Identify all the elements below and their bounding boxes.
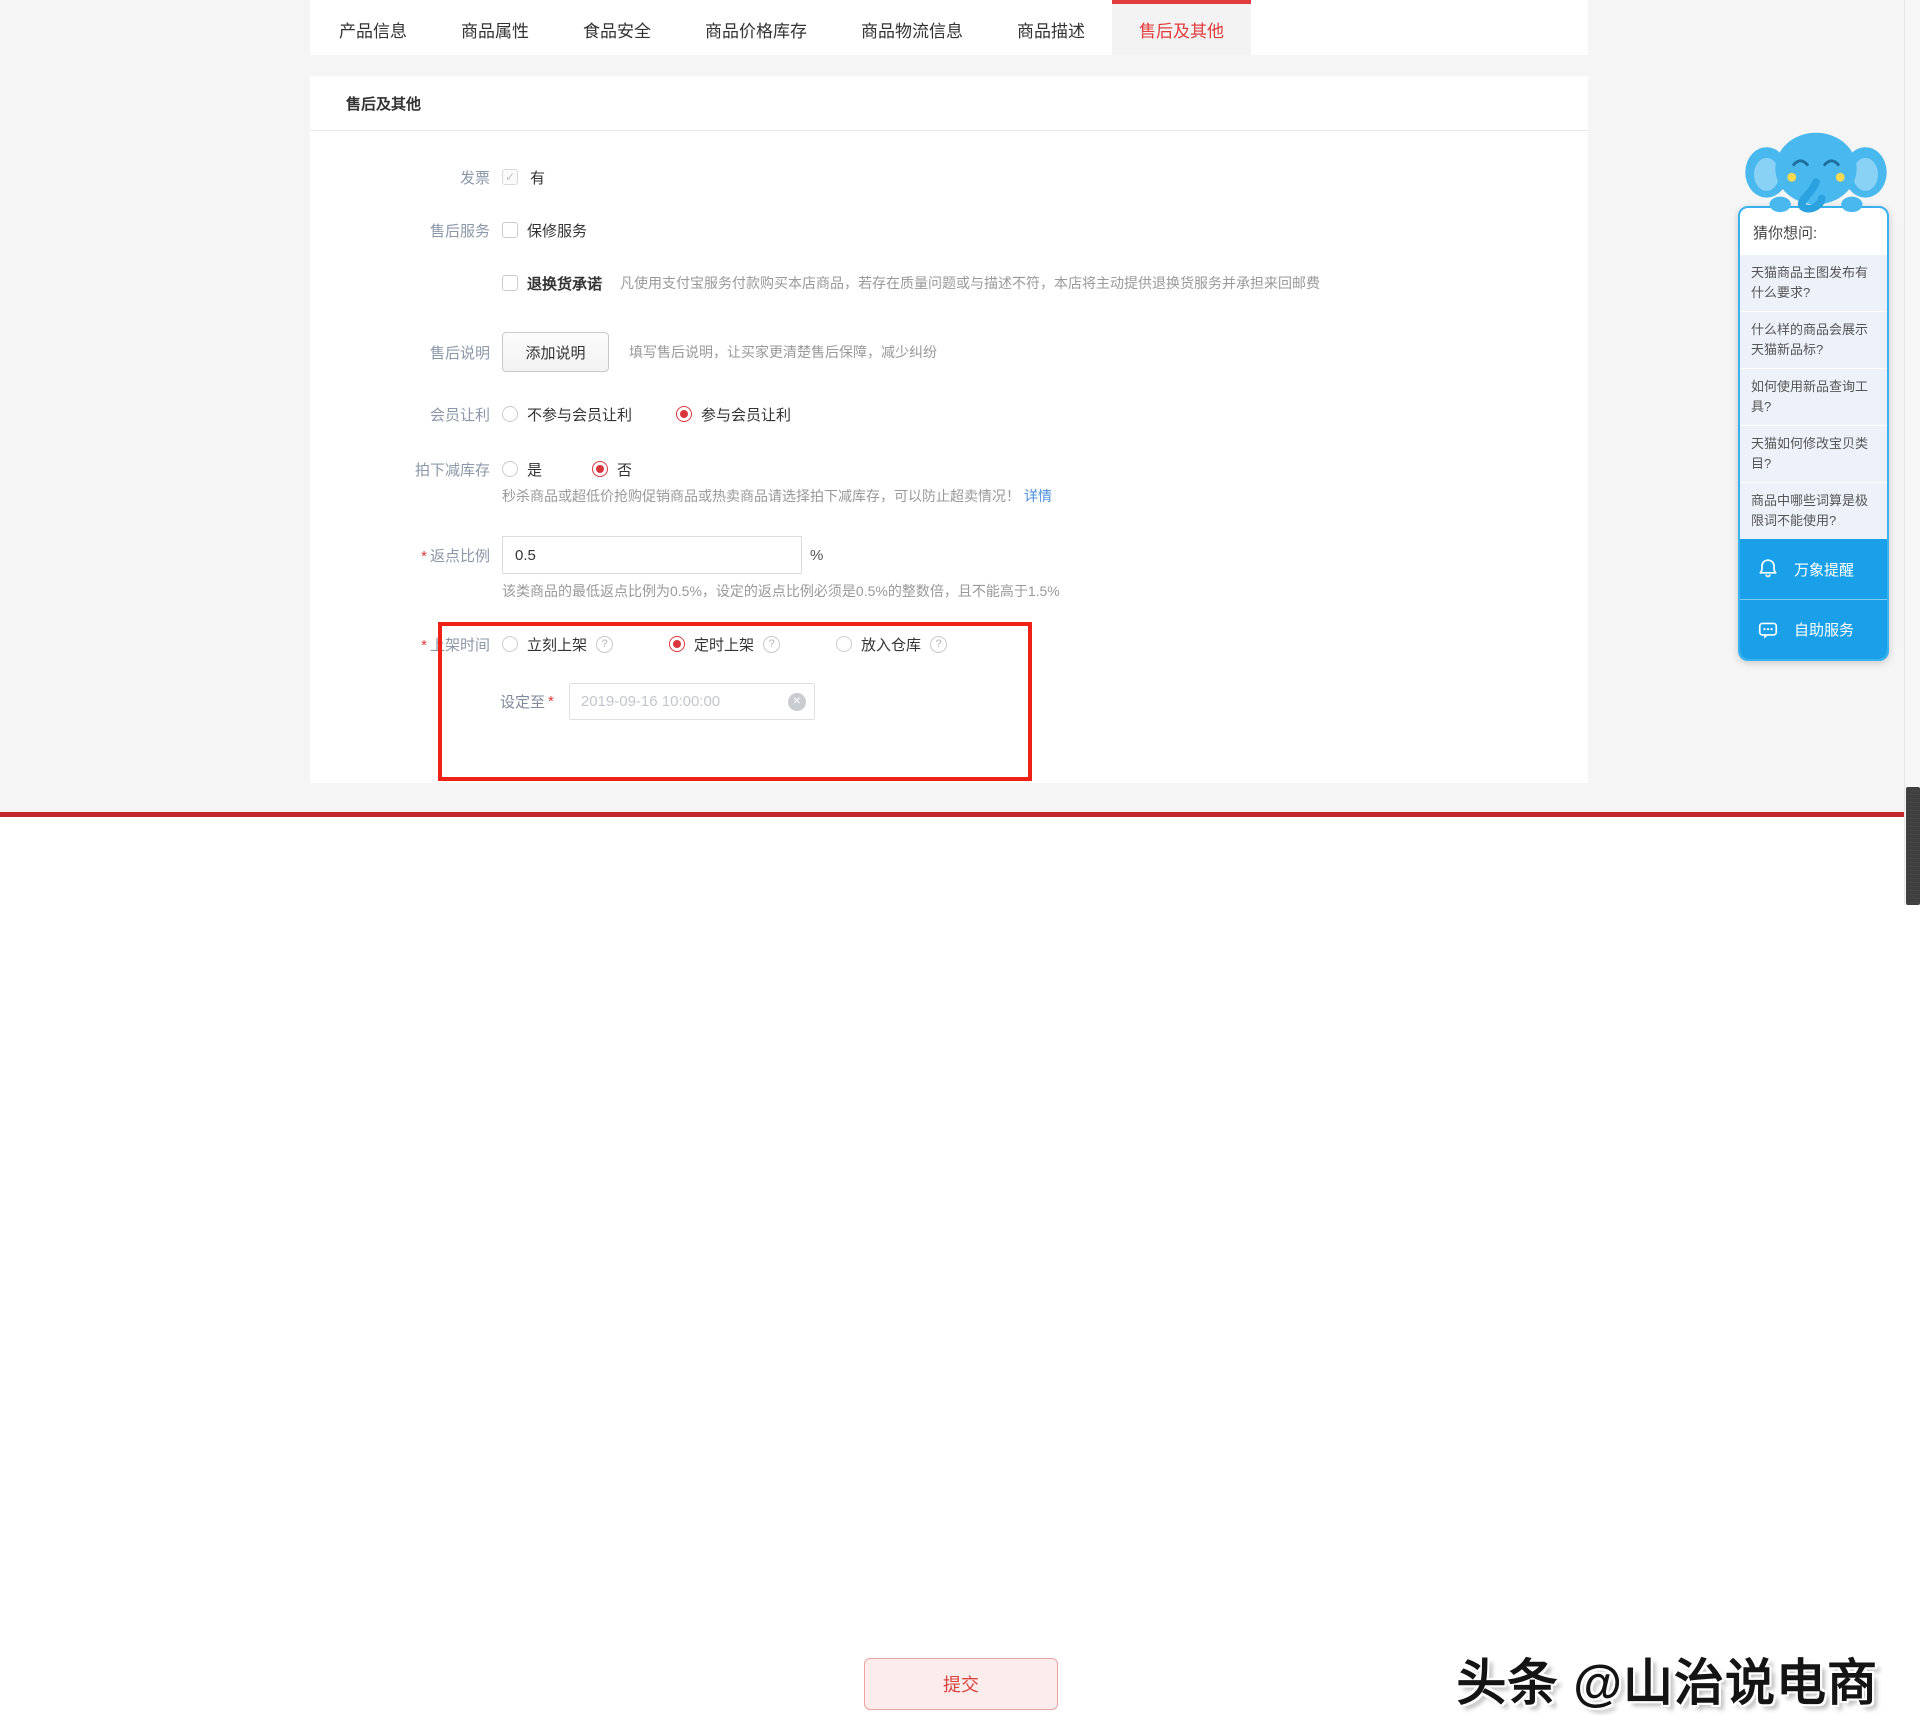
section-header: 售后及其他: [310, 76, 1588, 131]
stock-deduct-detail-link[interactable]: 详情: [1024, 486, 1052, 506]
tab-price-stock[interactable]: 商品价格库存: [678, 0, 834, 55]
aftersales-service-label: 售后服务: [429, 222, 490, 240]
aftersales-note-label: 售后说明: [429, 344, 490, 362]
launch-scheduled-radio[interactable]: [669, 636, 686, 652]
help-icon[interactable]: ?: [930, 635, 948, 653]
member-discount-no-label: 不参与会员让利: [527, 406, 633, 424]
product-edit-tabbar: 产品信息 商品属性 食品安全 商品价格库存 商品物流信息 商品描述 售后及其他: [310, 0, 1588, 55]
aftersales-service-row: 售后服务 保修服务: [310, 218, 1588, 242]
stock-deduct-label: 拍下减库存: [414, 461, 490, 479]
invoice-checkbox[interactable]: ✓: [502, 169, 518, 185]
help-widget-footer: 万象提醒 自助服务: [1740, 539, 1887, 659]
stock-deduct-no-label: 否: [617, 461, 633, 479]
aftersales-note-hint: 填写售后说明，让买家更清楚售后保障，减少纠纷: [629, 344, 937, 360]
warranty-checkbox[interactable]: [502, 222, 518, 238]
launch-immediately-radio[interactable]: [502, 636, 518, 652]
member-discount-yes-radio[interactable]: [676, 406, 693, 422]
help-question-item[interactable]: 什么样的商品会展示天猫新品标?: [1740, 311, 1887, 368]
scrollbar-thumb[interactable]: [1906, 787, 1920, 905]
aftersales-note-row: 售后说明 添加说明 填写售后说明，让买家更清楚售后保障，减少纠纷: [310, 332, 1588, 372]
member-discount-yes-label: 参与会员让利: [701, 406, 792, 424]
section-title: 售后及其他: [346, 95, 422, 113]
help-question-item[interactable]: 商品中哪些词算是极限词不能使用?: [1740, 482, 1887, 539]
invoice-label: 发票: [459, 169, 490, 187]
invoice-row: 发票 ✓ 有: [310, 165, 1588, 189]
schedule-row: 设定至 * ✕: [310, 683, 1588, 720]
rebate-hint-row: 该类商品的最低返点比例为0.5%，设定的返点比例必须是0.5%的整数倍，且不能高…: [310, 581, 1588, 601]
launch-immediately-label: 立刻上架: [527, 636, 588, 654]
self-service-button[interactable]: 自助服务: [1740, 599, 1887, 659]
tab-item-description[interactable]: 商品描述: [990, 0, 1112, 55]
member-discount-row: 会员让利 不参与会员让利 参与会员让利: [310, 402, 1588, 426]
launch-time-label: * 上架时间: [421, 636, 490, 654]
stock-deduct-yes-radio[interactable]: [502, 461, 518, 477]
required-mark: *: [548, 693, 554, 710]
rebate-unit: %: [810, 546, 824, 564]
launch-time-row: * 上架时间 立刻上架 ? 定时上架 ? 放入仓库 ?: [310, 632, 1588, 656]
launch-warehouse-radio[interactable]: [836, 636, 853, 652]
clear-icon[interactable]: ✕: [787, 692, 806, 711]
return-promise-title: 退换货承诺: [527, 275, 603, 293]
stock-deduct-hint: 秒杀商品或超低价抢购促销商品或热卖商品请选择拍下减库存，可以防止超卖情况！: [502, 488, 1020, 504]
rebate-row: *返点比例 %: [310, 536, 1588, 574]
add-note-button[interactable]: 添加说明: [502, 332, 609, 372]
member-discount-label: 会员让利: [429, 406, 490, 424]
return-promise-row: 退换货承诺 凡使用支付宝服务付款购买本店商品，若存在质量问题或与描述不符，本店将…: [310, 271, 1588, 295]
check-icon: ✓: [504, 170, 516, 184]
footer-zone: 提交 头条 @山治说电商: [0, 817, 1920, 1711]
rebate-hint: 该类商品的最低返点比例为0.5%，设定的返点比例必须是0.5%的整数倍，且不能高…: [502, 583, 1060, 599]
self-service-label: 自助服务: [1794, 622, 1855, 639]
vertical-scrollbar: [1904, 0, 1920, 905]
help-icon[interactable]: ?: [763, 635, 781, 653]
member-discount-no-radio[interactable]: [502, 406, 518, 422]
tab-item-attributes[interactable]: 商品属性: [434, 0, 556, 55]
help-question-item[interactable]: 天猫商品主图发布有什么要求?: [1740, 254, 1887, 311]
rebate-input[interactable]: [502, 536, 802, 574]
elephant-mascot-icon: [1745, 132, 1887, 213]
wanxiang-reminder-button[interactable]: 万象提醒: [1740, 539, 1887, 599]
stock-deduct-hint-row: 秒杀商品或超低价抢购促销商品或热卖商品请选择拍下减库存，可以防止超卖情况！ 详情: [310, 486, 1588, 506]
tab-product-info[interactable]: 产品信息: [312, 0, 434, 55]
bell-icon: [1759, 559, 1777, 578]
page: 产品信息 商品属性 食品安全 商品价格库存 商品物流信息 商品描述 售后及其他 …: [0, 0, 1920, 1711]
help-widget-panel: 猜你想问: 天猫商品主图发布有什么要求? 什么样的商品会展示天猫新品标? 如何使…: [1738, 206, 1889, 661]
aftersales-section-card: 售后及其他 发票 ✓ 有 售后服务 保修服务 退换货承诺 凡使用支付宝服务付款购: [310, 76, 1588, 783]
watermark-text: 头条 @山治说电商: [1456, 1655, 1878, 1711]
invoice-value: 有: [530, 169, 546, 187]
help-question-item[interactable]: 如何使用新品查询工具?: [1740, 368, 1887, 425]
warranty-label: 保修服务: [527, 222, 588, 240]
stock-deduct-no-radio[interactable]: [592, 461, 609, 477]
schedule-label: 设定至: [500, 694, 546, 711]
return-promise-desc: 凡使用支付宝服务付款购买本店商品，若存在质量问题或与描述不符，本店将主动提供退换…: [620, 275, 1321, 291]
wanxiang-reminder-label: 万象提醒: [1794, 561, 1855, 579]
tab-aftersales-other[interactable]: 售后及其他: [1112, 0, 1251, 55]
rebate-label: * 返点比例: [421, 547, 490, 565]
tab-logistics-info[interactable]: 商品物流信息: [834, 0, 990, 55]
chat-icon: [1758, 622, 1778, 639]
required-mark: *: [421, 636, 427, 654]
launch-scheduled-label: 定时上架: [694, 636, 755, 654]
stock-deduct-row: 拍下减库存 是 否: [310, 457, 1588, 481]
help-icon[interactable]: ?: [596, 635, 614, 653]
launch-warehouse-label: 放入仓库: [861, 636, 922, 654]
help-question-item[interactable]: 天猫如何修改宝贝类目?: [1740, 425, 1887, 482]
schedule-datetime-input[interactable]: [568, 683, 815, 720]
tab-food-safety[interactable]: 食品安全: [556, 0, 678, 55]
stock-deduct-yes-label: 是: [527, 461, 543, 479]
required-mark: *: [421, 547, 427, 565]
submit-button[interactable]: 提交: [864, 1658, 1058, 1710]
return-promise-checkbox[interactable]: [502, 275, 518, 291]
